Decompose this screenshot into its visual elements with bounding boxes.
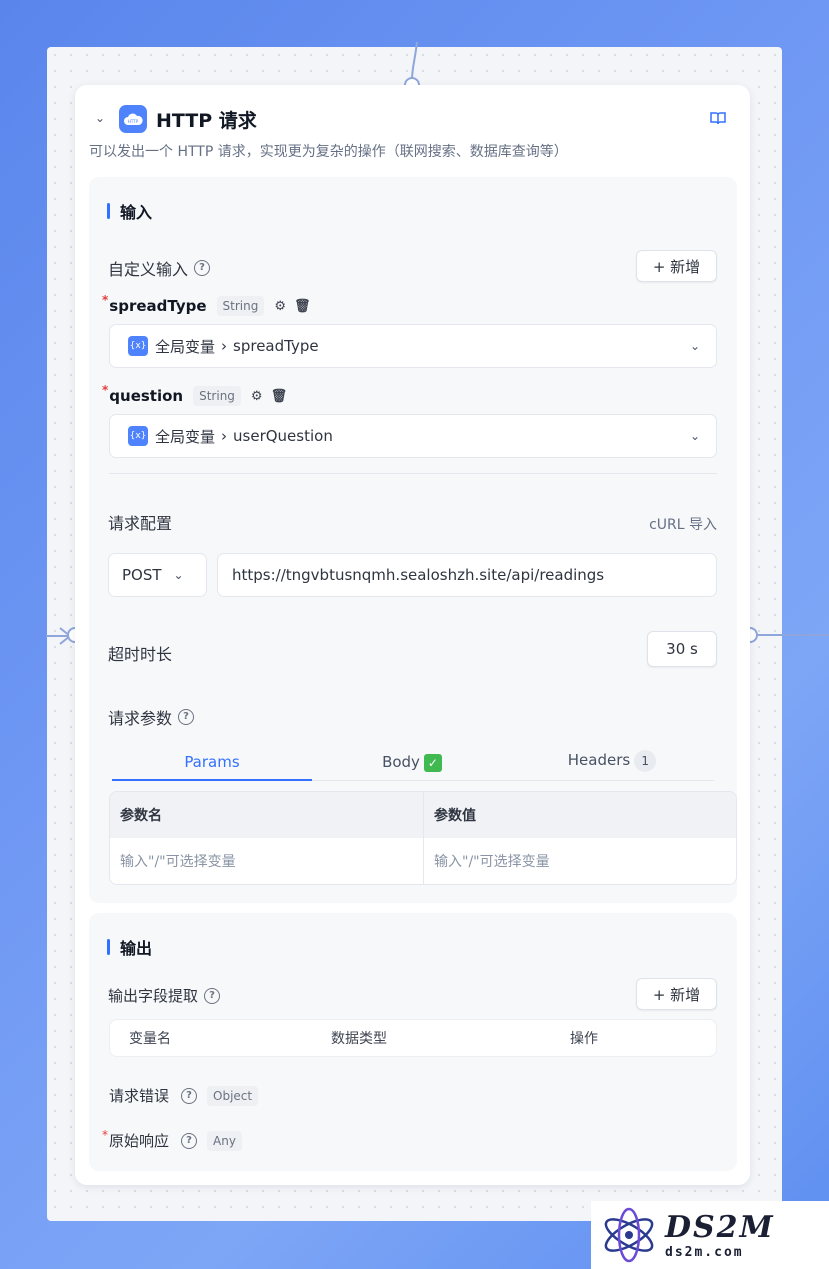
output-panel: 输出 输出字段提取 ? + 新增 变量名 数据类型 操作 请求错误 ? Obje… (89, 913, 737, 1171)
input-panel: 输入 自定义输入 ? + 新增 * spreadType String ⚙ 🗑 … (89, 177, 737, 903)
chevron-down-icon: ⌄ (689, 429, 700, 443)
param-tabs: Params Body ✓ Headers 1 (112, 747, 714, 781)
atom-logo-icon (604, 1207, 654, 1263)
chevron-right-icon: › (221, 427, 228, 445)
method-select[interactable]: POST ⌄ (108, 553, 207, 597)
input-section-label: 输入 (120, 203, 153, 222)
variable-name: question (109, 387, 184, 405)
http-request-node[interactable]: ⌄ HTTP HTTP 请求 可以发出一个 HTTP 请求，实现更为复杂的操作（… (75, 85, 750, 1185)
active-tab-indicator (112, 779, 312, 781)
chevron-down-icon: ⌄ (689, 339, 700, 353)
param-name-input[interactable]: 输入"/"可选择变量 (110, 838, 424, 884)
request-params-text: 请求参数 (108, 709, 173, 728)
node-title: HTTP 请求 (156, 110, 257, 132)
tab-headers[interactable]: Headers 1 (512, 750, 712, 772)
watermark-domain: ds2m.com (665, 1245, 744, 1260)
table-header: 参数名 参数值 (110, 792, 736, 838)
timeout-value: 30 s (666, 640, 698, 658)
watermark: DS2M ds2m.com (591, 1201, 829, 1269)
http-icon-text: HTTP (128, 119, 139, 124)
output-row-raw-response: * 原始响应 ? Any (102, 1127, 242, 1151)
help-icon[interactable]: ? (204, 987, 221, 1004)
variable-row-question: * question String ⚙ 🗑 (102, 383, 288, 406)
section-accent-bar (107, 939, 110, 955)
col-var-name: 变量名 (129, 1031, 171, 1047)
url-input[interactable]: https://tngvbtusnqmh.sealoshzh.site/api/… (217, 553, 717, 597)
tab-body[interactable]: Body ✓ (312, 753, 512, 772)
type-tag: Object (207, 1085, 259, 1106)
variable-row-spreadtype: * spreadType String ⚙ 🗑 (102, 293, 311, 316)
col-data-type: 数据类型 (331, 1031, 387, 1047)
table-row: 输入"/"可选择变量 输入"/"可选择变量 (110, 838, 736, 884)
help-icon[interactable]: ? (178, 709, 195, 725)
variable-name: spreadType (109, 297, 207, 315)
node-header: ⌄ HTTP HTTP 请求 (95, 105, 730, 135)
input-section-title: 输入 (107, 199, 152, 223)
node-description: 可以发出一个 HTTP 请求，实现更为复杂的操作（联网搜索、数据库查询等） (89, 144, 568, 160)
tab-params[interactable]: Params (112, 753, 312, 771)
tab-params-label: Params (184, 753, 240, 771)
chevron-down-icon: ⌄ (173, 568, 184, 582)
required-mark: * (102, 383, 109, 397)
param-value-header: 参数值 (434, 808, 476, 824)
watermark-brand: DS2M (665, 1210, 775, 1245)
variable-source-select[interactable]: {x} 全局变量 › spreadType ⌄ (109, 324, 717, 368)
param-name-header: 参数名 (110, 792, 424, 838)
tab-headers-label: Headers (567, 751, 631, 769)
source-value: spreadType (233, 337, 319, 355)
book-icon[interactable] (710, 111, 726, 129)
output-section-label: 输出 (120, 939, 153, 958)
add-output-button[interactable]: + 新增 (636, 978, 717, 1010)
variable-icon: {x} (128, 426, 148, 446)
help-icon[interactable]: ? (181, 1132, 198, 1149)
params-table: 参数名 参数值 输入"/"可选择变量 输入"/"可选择变量 (109, 791, 737, 885)
timeout-input[interactable]: 30 s (647, 631, 717, 667)
gear-icon[interactable]: ⚙ (251, 389, 263, 404)
source-group: 全局变量 (155, 337, 216, 356)
source-value: userQuestion (233, 427, 333, 445)
required-mark: * (102, 293, 109, 307)
output-extract-text: 输出字段提取 (108, 987, 199, 1005)
curl-import-link[interactable]: cURL 导入 (649, 514, 717, 534)
output-name: 请求错误 (109, 1087, 170, 1105)
help-icon[interactable]: ? (181, 1087, 198, 1104)
param-value-input[interactable]: 输入"/"可选择变量 (424, 838, 736, 884)
custom-input-text: 自定义输入 (108, 260, 189, 279)
trash-icon[interactable]: 🗑 (294, 299, 311, 314)
add-output-label: + 新增 (652, 985, 701, 1004)
source-group: 全局变量 (155, 427, 216, 446)
check-icon: ✓ (423, 754, 442, 772)
request-params-label: 请求参数 ? (108, 705, 195, 729)
chevron-right-icon: › (221, 337, 228, 355)
help-icon[interactable]: ? (194, 260, 211, 276)
request-config-label: 请求配置 (108, 514, 173, 533)
type-tag: String (193, 386, 241, 406)
http-cloud-icon: HTTP (119, 105, 147, 133)
required-mark: * (102, 1127, 108, 1142)
custom-input-label: 自定义输入 ? (108, 256, 211, 280)
output-section-title: 输出 (107, 935, 152, 959)
section-accent-bar (107, 203, 110, 219)
col-actions: 操作 (570, 1031, 598, 1047)
add-input-button[interactable]: + 新增 (636, 250, 717, 282)
output-extract-label: 输出字段提取 ? (108, 985, 221, 1006)
method-value: POST (122, 566, 162, 584)
timeout-label: 超时时长 (108, 645, 173, 664)
output-name: 原始响应 (109, 1132, 170, 1150)
output-row-error: 请求错误 ? Object (109, 1085, 259, 1106)
gear-icon[interactable]: ⚙ (274, 299, 286, 314)
type-tag: Any (207, 1130, 242, 1151)
variable-source-select[interactable]: {x} 全局变量 › userQuestion ⌄ (109, 414, 717, 458)
trash-icon[interactable]: 🗑 (271, 389, 288, 404)
section-divider (109, 473, 717, 474)
chevron-down-icon[interactable]: ⌄ (95, 111, 105, 125)
url-value: https://tngvbtusnqmh.sealoshzh.site/api/… (232, 566, 605, 584)
variable-icon: {x} (128, 336, 148, 356)
add-input-label: + 新增 (652, 257, 701, 276)
watermark-text: DS2M ds2m.com (665, 1210, 775, 1260)
output-table-header: 变量名 数据类型 操作 (109, 1019, 717, 1057)
tab-body-label: Body (382, 753, 420, 771)
headers-count-badge: 1 (634, 750, 657, 772)
type-tag: String (216, 296, 265, 316)
